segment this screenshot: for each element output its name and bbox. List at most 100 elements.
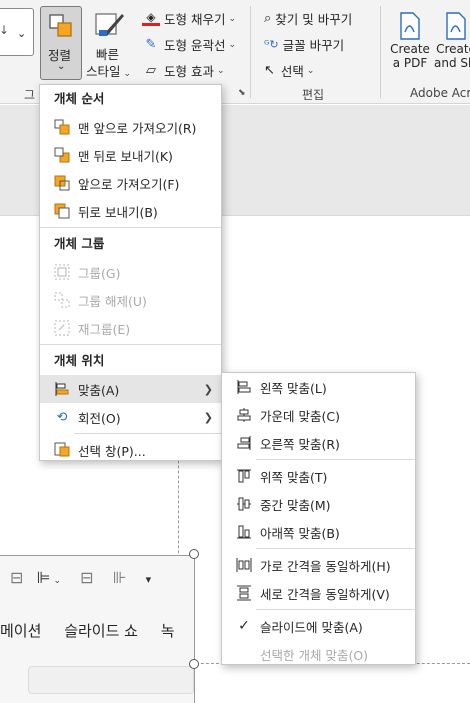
resize-handle[interactable] — [189, 659, 199, 669]
group-label: 그룹(G) — [78, 265, 121, 281]
send-to-back-icon — [52, 146, 72, 164]
align-center-label: 가운데 맞춤(C) — [260, 408, 340, 424]
dialog-launcher-icon[interactable]: ⬊ — [238, 88, 246, 98]
font-replace-button[interactable]: ᴳ↻ 글꼴 바꾸기 — [264, 35, 344, 54]
shape-outline-button[interactable]: ✎ 도형 윤곽선 ⌄ — [142, 35, 236, 54]
send-to-back-label: 맨 뒤로 보내기(K) — [78, 148, 173, 164]
ungroup-label: 그룹 해제(U) — [78, 293, 147, 309]
tab-record: 녹 — [160, 622, 175, 640]
create-pdf-button[interactable]: Create a PDF — [388, 8, 432, 80]
pdf-share-icon — [446, 12, 466, 40]
align-bottom-item[interactable]: 아래쪽 맞춤(B) — [222, 518, 415, 546]
send-to-back-item[interactable]: 맨 뒤로 보내기(K) — [40, 141, 221, 169]
distribute-horizontal-label: 가로 간격을 동일하게(H) — [260, 558, 391, 574]
align-center-icon — [234, 406, 254, 424]
ribbon-separator — [380, 6, 381, 98]
mini-toolbar-icons: ⊟ ⊫ ⌄ ⊟ ⊪ ▾ — [10, 568, 152, 587]
create-share-button[interactable]: Create and Sh — [432, 8, 470, 80]
bring-to-front-label: 맨 앞으로 가져오기(R) — [78, 120, 197, 136]
align-left-icon — [234, 378, 254, 396]
align-left-label: 왼쪽 맞춤(L) — [260, 380, 327, 396]
group-icon — [52, 263, 72, 281]
send-backward-item[interactable]: 뒤로 보내기(B) — [40, 197, 221, 225]
mini-tabs: 메이션 슬라이드 쇼 녹 — [0, 620, 195, 641]
chevron-down-icon: ⌄ — [17, 27, 27, 40]
align-left-icon — [52, 380, 72, 398]
object-position-header: 개체 위치 — [54, 353, 105, 368]
align-to-slide-label: 슬라이드에 맞춤(A) — [260, 619, 363, 635]
shape-effects-icon: ▱ — [146, 63, 156, 78]
ungroup-item: 그룹 해제(U) — [40, 286, 221, 314]
shape-effects-label: 도형 효과 — [164, 64, 214, 79]
pen-outline-icon: ✎ — [145, 37, 157, 52]
distribute-vertical-label: 세로 간격을 동일하게(V) — [260, 586, 390, 602]
bring-forward-item[interactable]: 앞으로 가져오기(F) — [40, 169, 221, 197]
adobe-group-label: Adobe Acro — [410, 86, 470, 100]
selection-pane-item[interactable]: 선택 창(P)... — [40, 436, 221, 464]
align-item[interactable]: 맞춤(A) ❯ — [40, 375, 221, 403]
bring-forward-label: 앞으로 가져오기(F) — [78, 176, 180, 192]
arrange-menu: 개체 순서 맨 앞으로 가져오기(R) 맨 뒤로 보내기(K) 앞으로 가져오기… — [39, 84, 222, 461]
object-group-header: 개체 그룹 — [54, 236, 105, 251]
quick-style-icon — [95, 13, 124, 36]
align-submenu: 왼쪽 맞춤(L) 가운데 맞춤(C) 오른쪽 맞춤(R) 위쪽 맞춤(T) 중간… — [221, 372, 416, 665]
align-left-item[interactable]: 왼쪽 맞춤(L) — [222, 373, 415, 401]
bring-forward-icon — [52, 174, 72, 192]
align-middle-icon — [234, 495, 254, 513]
rotate-item[interactable]: ⟲ 회전(O) ❯ — [40, 403, 221, 431]
menu-separator — [40, 344, 221, 345]
align-right-icon — [234, 434, 254, 452]
send-backward-icon — [52, 202, 72, 220]
selection-pane-icon — [52, 441, 72, 459]
bring-to-front-item[interactable]: 맨 앞으로 가져오기(R) — [40, 113, 221, 141]
shape-outline-label: 도형 윤곽선 — [164, 38, 226, 53]
tab-slideshow: 슬라이드 쇼 — [64, 622, 138, 640]
create-pdf-label-2: a PDF — [392, 56, 428, 70]
chevron-right-icon: ❯ — [203, 382, 213, 396]
regroup-icon — [52, 319, 72, 337]
edit-group-label: 편집 — [302, 88, 325, 102]
selection-pane-label: 선택 창(P)... — [78, 443, 146, 459]
shape-effects-button[interactable]: ▱ 도형 효과 ⌄ — [142, 61, 225, 80]
regroup-label: 재그룹(E) — [78, 321, 131, 337]
partial-group-label: 그 — [24, 88, 36, 102]
partial-left-button[interactable]: ⌄ ↓ — [0, 8, 34, 56]
bring-to-front-icon — [52, 118, 72, 136]
arrange-icon — [49, 14, 72, 37]
search-icon: ⌕ — [264, 11, 272, 26]
shape-fill-label: 도형 채우기 — [164, 12, 226, 27]
ungroup-icon — [52, 291, 72, 309]
align-center-icon: ⊟ — [80, 568, 94, 587]
align-bottom-icon — [234, 523, 254, 541]
align-right-item[interactable]: 오른쪽 맞춤(R) — [222, 429, 415, 457]
regroup-item: 재그룹(E) — [40, 314, 221, 342]
paint-bucket-icon: ◈ — [142, 11, 160, 26]
distribute-vertical-item[interactable]: 세로 간격을 동일하게(V) — [222, 579, 415, 607]
resize-handle[interactable] — [189, 549, 199, 559]
align-to-slide-item[interactable]: ✓ 슬라이드에 맞춤(A) — [222, 612, 415, 640]
align-bottom-label: 아래쪽 맞춤(B) — [260, 525, 340, 541]
pdf-icon — [400, 12, 420, 40]
shape-fill-button[interactable]: ◈ 도형 채우기 ⌄ — [142, 9, 236, 28]
tab-animation: 메이션 — [0, 622, 42, 640]
align-top-item[interactable]: 위쪽 맞춤(T) — [222, 462, 415, 490]
distribute-horizontal-item[interactable]: 가로 간격을 동일하게(H) — [222, 551, 415, 579]
align-middle-icon: ⊪ — [112, 568, 127, 587]
align-center-item[interactable]: 가운데 맞춤(C) — [222, 401, 415, 429]
chevron-down-icon: ▾ — [145, 573, 152, 586]
quick-styles-button[interactable]: 빠른 스타일 ⌄ — [86, 6, 134, 82]
group-item: 그룹(G) — [40, 258, 221, 286]
create-share-label-2: and Sh — [434, 56, 470, 70]
menu-separator — [256, 459, 415, 460]
find-replace-button[interactable]: ⌕ 찾기 및 바꾸기 — [264, 9, 352, 28]
align-label: 맞춤(A) — [78, 382, 120, 398]
rotate-icon: ⟲ — [56, 409, 68, 425]
select-button[interactable]: ↖ 선택 ⌄ — [264, 61, 314, 80]
quick-style-label-2: 스타일 ⌄ — [86, 64, 132, 79]
mini-field — [28, 666, 194, 694]
menu-separator — [256, 609, 415, 610]
arrange-button[interactable]: 정렬 ⌄ — [40, 6, 82, 80]
partial-icon: ↓ — [0, 23, 10, 37]
align-middle-item[interactable]: 중간 맞춤(M) — [222, 490, 415, 518]
align-right-label: 오른쪽 맞춤(R) — [260, 436, 340, 452]
